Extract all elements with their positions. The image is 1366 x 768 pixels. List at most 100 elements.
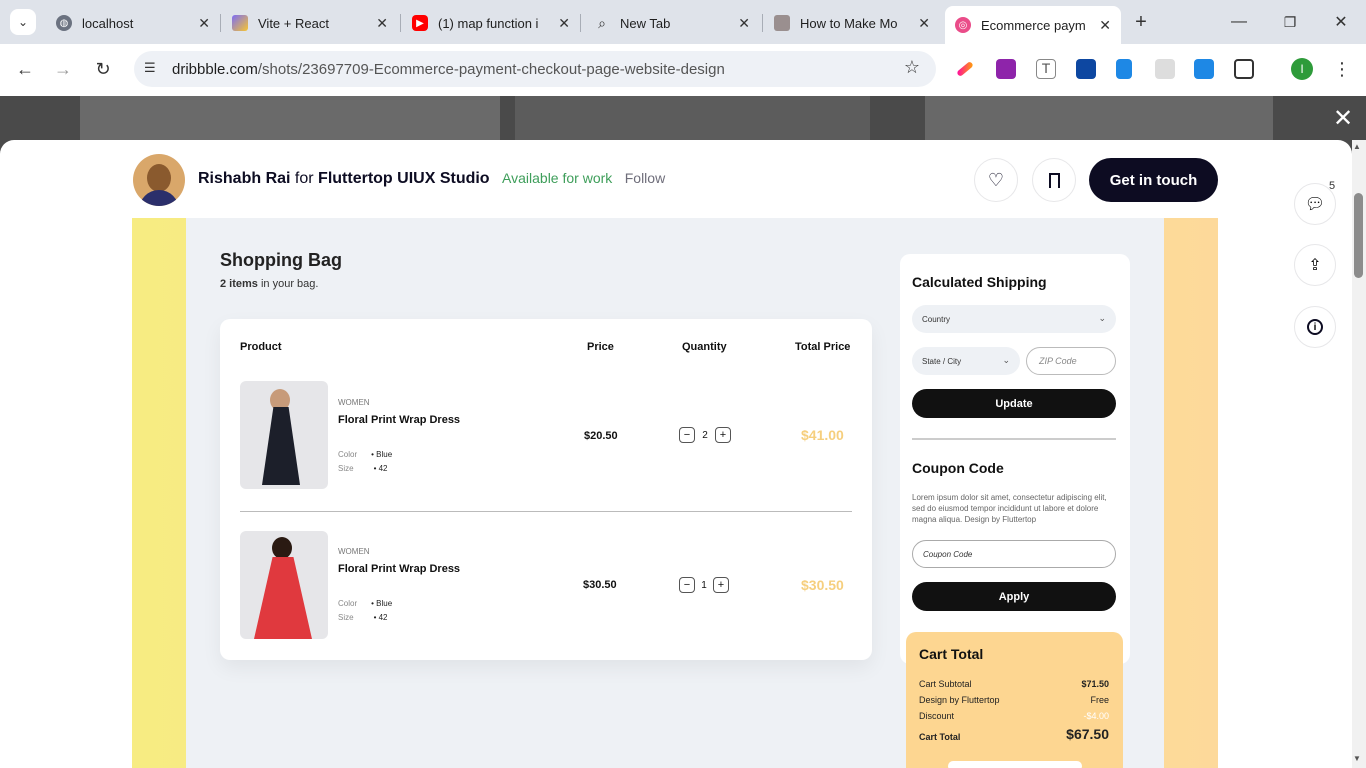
follow-button[interactable]: Follow: [625, 170, 665, 186]
decrement-button[interactable]: −: [679, 427, 695, 443]
color-label: Color: [338, 599, 358, 608]
color-label: Color: [338, 450, 358, 459]
tab-localhost[interactable]: ◍ localhost ✕: [46, 6, 220, 40]
tab-how-to[interactable]: How to Make Mo ✕: [764, 6, 940, 40]
decrement-button[interactable]: −: [679, 577, 695, 593]
tab-search-chevron-icon[interactable]: ⌄: [10, 9, 36, 35]
tab-label: localhost: [82, 15, 134, 31]
new-tab-plus-icon[interactable]: +: [1128, 9, 1154, 35]
quantity-value: 2: [702, 429, 708, 441]
avatar[interactable]: [133, 154, 185, 206]
close-icon[interactable]: ✕: [558, 15, 570, 32]
apply-button[interactable]: Apply: [912, 582, 1116, 611]
zip-field[interactable]: ZIP Code: [1026, 347, 1116, 375]
close-modal-icon[interactable]: ✕: [1333, 104, 1353, 133]
color-value: • Blue: [371, 450, 393, 459]
product-price: $20.50: [584, 430, 618, 442]
tab-label: Vite + React: [258, 15, 329, 31]
back-icon[interactable]: ←: [12, 56, 38, 82]
update-button[interactable]: Update: [912, 389, 1116, 418]
tab-vite[interactable]: Vite + React ✕: [222, 6, 398, 40]
tab-new-tab[interactable]: ⌕ New Tab ✕: [584, 6, 760, 40]
size-text: 42: [378, 464, 388, 473]
row-label: Discount: [919, 711, 955, 721]
tab-label: (1) map function i: [438, 15, 539, 31]
close-icon[interactable]: ✕: [1099, 17, 1111, 34]
get-in-touch-button[interactable]: Get in touch: [1089, 158, 1218, 202]
site-info-icon[interactable]: ☰: [144, 60, 156, 76]
search-icon: ⌕: [598, 14, 606, 31]
close-icon[interactable]: ✕: [918, 15, 930, 32]
extension-font-icon[interactable]: T: [1036, 59, 1056, 79]
quantity-stepper: − 2 +: [679, 427, 731, 443]
tab-ecommerce[interactable]: ◎ Ecommerce paym ✕: [945, 6, 1121, 44]
site-icon: [774, 15, 790, 31]
bookmark-star-icon[interactable]: ☆: [904, 57, 920, 78]
color-text: Blue: [376, 450, 393, 459]
restore-icon[interactable]: ❐: [1277, 9, 1303, 35]
heart-icon: ♡: [987, 169, 1005, 190]
forward-icon[interactable]: →: [50, 56, 76, 82]
close-icon[interactable]: ✕: [198, 15, 210, 32]
tab-separator: [400, 14, 401, 32]
product-price: $30.50: [583, 579, 617, 591]
extensions-puzzle-icon[interactable]: [1234, 59, 1254, 79]
url-text: dribbble.com/shots/23697709-Ecommerce-pa…: [172, 61, 725, 78]
extension-copy-icon[interactable]: [1116, 59, 1132, 79]
increment-button[interactable]: +: [713, 577, 729, 593]
extension-download-icon[interactable]: [996, 59, 1016, 79]
close-icon[interactable]: ✕: [376, 15, 388, 32]
menu-kebab-icon[interactable]: ⋮: [1329, 56, 1355, 82]
available-for-work[interactable]: Available for work: [502, 170, 612, 186]
row-total: $41.00: [801, 427, 844, 443]
details-button[interactable]: i: [1294, 306, 1336, 348]
shipping-panel: Calculated Shipping Country ⌄ State / Ci…: [900, 254, 1130, 664]
scrollbar-thumb[interactable]: [1354, 193, 1363, 278]
bag-count-rest: in your bag.: [257, 278, 319, 290]
country-select[interactable]: Country ⌄: [912, 305, 1116, 333]
bag-title: Shopping Bag: [220, 250, 342, 270]
tab-separator: [762, 14, 763, 32]
extension-pen-icon[interactable]: [956, 60, 974, 78]
share-icon: ⇪: [1308, 257, 1322, 274]
close-icon[interactable]: ✕: [738, 15, 750, 32]
extension-fi-icon[interactable]: [1194, 59, 1214, 79]
address-bar[interactable]: ☰ dribbble.com/shots/23697709-Ecommerce-…: [134, 51, 936, 87]
window-close-icon[interactable]: ✕: [1328, 9, 1354, 35]
quantity-value: 1: [701, 579, 707, 591]
product-category: WOMEN: [338, 398, 370, 407]
comment-icon: 💬︎: [1304, 196, 1326, 213]
cart-total-title: Cart Total: [919, 646, 984, 662]
coupon-field[interactable]: Coupon Code: [912, 540, 1116, 568]
row-total: $30.50: [801, 577, 844, 593]
row-value: $67.50: [1066, 726, 1109, 742]
team-name[interactable]: Fluttertop UIUX Studio: [318, 170, 490, 187]
like-button[interactable]: ♡: [974, 158, 1018, 202]
bag-subtitle: 2 items in your bag.: [220, 278, 318, 290]
row-value: $71.50: [1081, 679, 1109, 689]
save-button[interactable]: [1032, 158, 1076, 202]
state-select[interactable]: State / City ⌄: [912, 347, 1020, 375]
share-button[interactable]: ⇪: [1294, 244, 1336, 286]
increment-button[interactable]: +: [715, 427, 731, 443]
dribbble-icon: ◎: [955, 17, 971, 33]
extension-p-icon[interactable]: [1076, 59, 1096, 79]
row-value: Free: [1090, 695, 1109, 705]
reload-icon[interactable]: ↻: [90, 56, 116, 82]
scroll-down-icon[interactable]: ▼: [1353, 754, 1361, 763]
checkout-button[interactable]: [948, 761, 1082, 768]
extension-grid-icon[interactable]: [1155, 59, 1175, 79]
shot-author: Rishabh Rai for Fluttertop UIUX Studio A…: [198, 170, 665, 188]
tab-youtube[interactable]: ▶ (1) map function i ✕: [402, 6, 580, 40]
minimize-icon[interactable]: —: [1226, 9, 1252, 35]
design-row: Design by Fluttertop Free: [919, 695, 1109, 705]
divider: [912, 438, 1116, 440]
url-domain: dribbble.com: [172, 60, 258, 78]
author-name[interactable]: Rishabh Rai: [198, 170, 290, 187]
scroll-up-icon[interactable]: ▲: [1353, 142, 1361, 151]
profile-avatar[interactable]: I: [1291, 58, 1313, 80]
grand-total-row: Cart Total $67.50: [919, 726, 1109, 742]
product-image: [240, 381, 328, 489]
product-color: Color • Blue: [338, 450, 392, 459]
browser-toolbar: ← → ↻ ☰ dribbble.com/shots/23697709-Ecom…: [0, 44, 1366, 96]
